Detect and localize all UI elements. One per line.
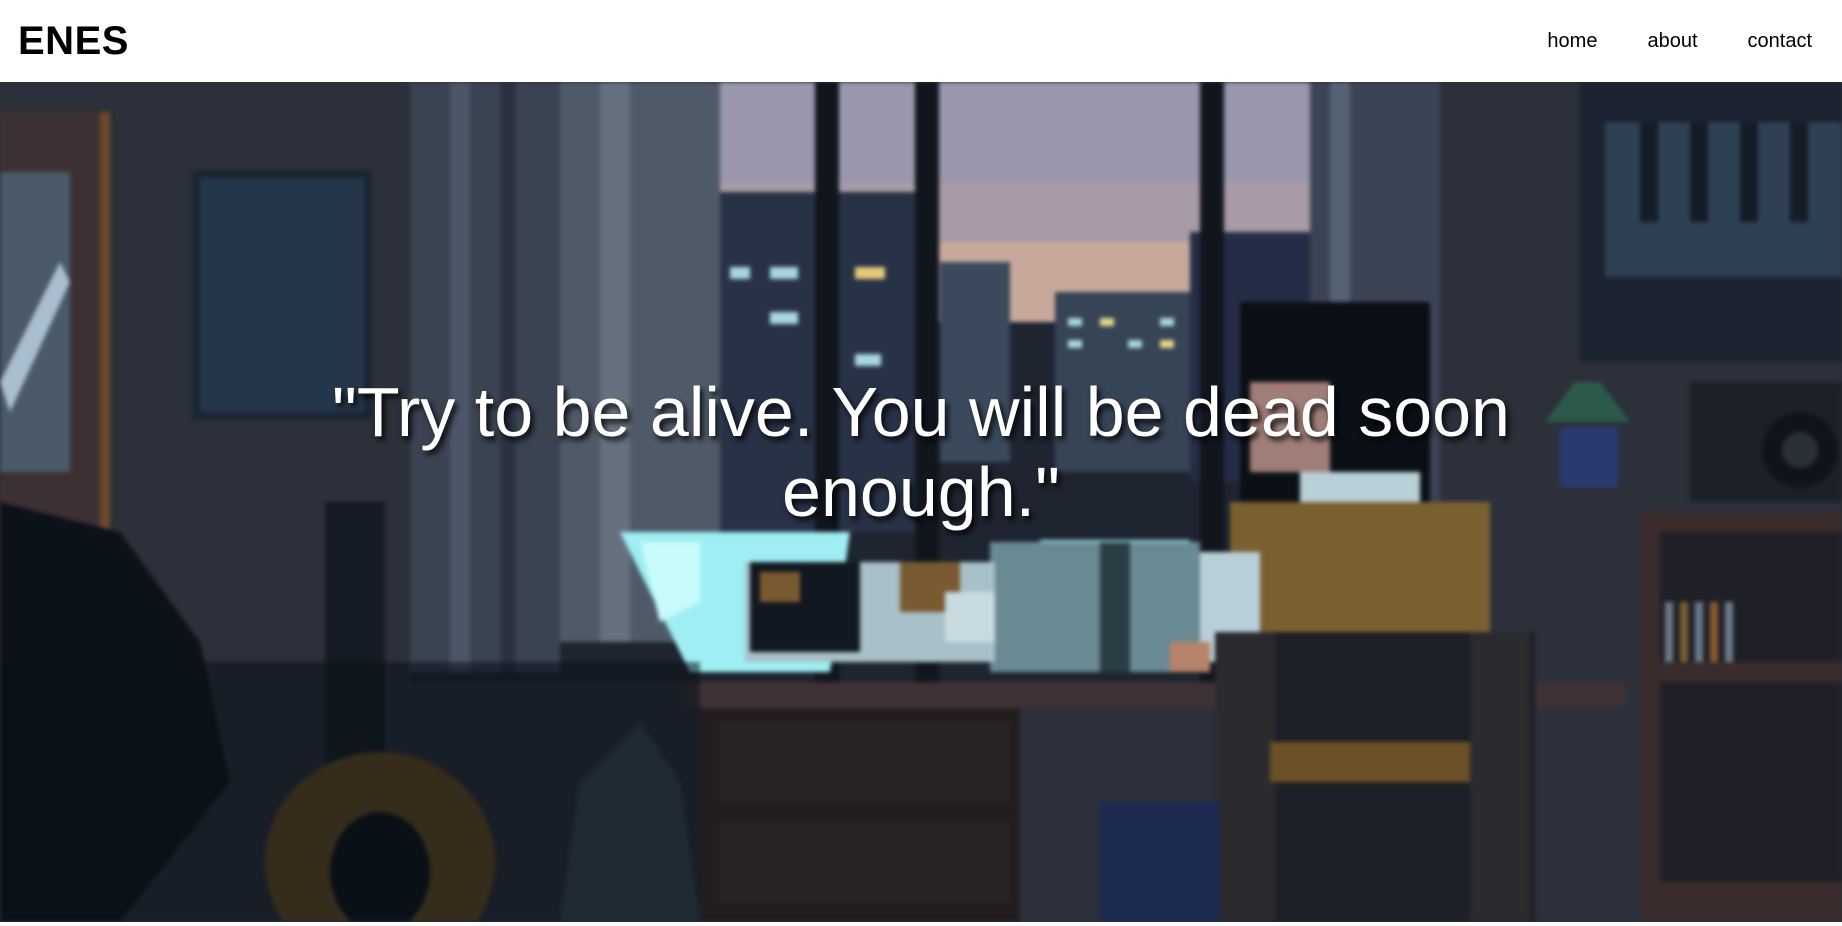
nav-links: home about contact	[1547, 30, 1824, 53]
site-logo[interactable]: ENES	[18, 19, 129, 64]
hero-section: "Try to be alive. You will be dead soon …	[0, 82, 1842, 922]
top-navbar: ENES home about contact	[0, 0, 1842, 82]
page-bottom-margin	[0, 922, 1842, 926]
nav-link-home[interactable]: home	[1547, 30, 1597, 53]
quote-container: "Try to be alive. You will be dead soon …	[0, 82, 1842, 922]
hero-quote: "Try to be alive. You will be dead soon …	[331, 373, 1510, 531]
nav-link-about[interactable]: about	[1647, 30, 1697, 53]
nav-link-contact[interactable]: contact	[1748, 30, 1812, 53]
